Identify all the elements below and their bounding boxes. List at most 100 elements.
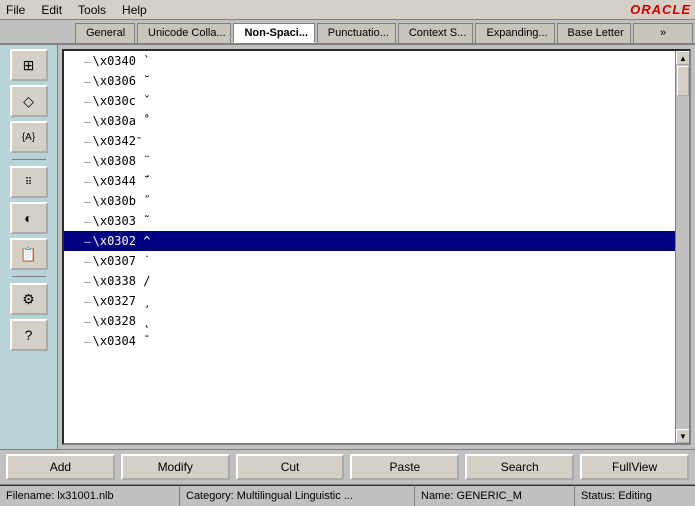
list-item[interactable]: —\x030b ˝ [64,191,675,211]
tab-expanding[interactable]: Expanding... [475,23,554,43]
list-item-code: \x0308 ¨ [93,154,151,168]
circle-icon: ◐ [24,210,32,226]
list-item-code: \x0328 ˛ [93,314,151,328]
list-item-prefix: — [84,135,91,148]
list-item-prefix: — [84,175,91,188]
list-item-code: \x0306 ˘ [93,74,151,88]
status-filename: Filename: lx31001.nlb [0,485,180,506]
list-item-prefix: — [84,315,91,328]
tab-base-letter[interactable]: Base Letter [557,23,632,43]
cut-button[interactable]: Cut [236,454,345,480]
list-item-code: \x0302 ^ [93,234,151,248]
tab-unicode-colla[interactable]: Unicode Colla... [137,23,231,43]
sidebar-btn-settings[interactable]: ⚙ [10,283,48,315]
main-area: ⊞ ◇ {A} ⠿ ◐ 📋 ⚙ ? —\x0340 `—\x0306 ˘—\x0… [0,45,695,449]
list-item-prefix: — [84,55,91,68]
search-button[interactable]: Search [465,454,574,480]
list-item[interactable]: —\x0302 ^ [64,231,675,251]
sidebar-btn-grid[interactable]: ⊞ [10,49,48,81]
list-item-prefix: — [84,275,91,288]
sidebar-divider-2 [12,276,46,277]
list-item-prefix: — [84,255,91,268]
list-item-code: \x030b ˝ [93,194,151,208]
diamond-icon: ◇ [23,93,34,110]
list-item[interactable]: —\x030c ˇ [64,91,675,111]
list-item-prefix: — [84,115,91,128]
tabs-row: General Unicode Colla... Non-Spaci... Pu… [0,20,695,45]
tab-general[interactable]: General [75,23,135,43]
menu-help[interactable]: Help [120,3,149,17]
scroll-thumb[interactable] [677,66,689,96]
list-item-code: \x0342 ͂ [93,134,139,149]
menu-items: File Edit Tools Help [4,3,149,17]
list-item[interactable]: —\x0342 ͂ [64,131,675,151]
paste-button[interactable]: Paste [350,454,459,480]
list-item-prefix: — [84,215,91,228]
list-item-code: \x0340 ` [93,54,151,68]
sidebar-btn-format[interactable]: {A} [10,121,48,153]
fullview-button[interactable]: FullView [580,454,689,480]
list-item[interactable]: —\x0338 / [64,271,675,291]
list-item-code: \x0307 ˙ [93,254,151,268]
list-item-prefix: — [84,235,91,248]
sidebar-btn-help[interactable]: ? [10,319,48,351]
format-icon: {A} [22,132,35,143]
settings-icon: ⚙ [22,291,35,308]
list-item-code: \x0304 ¯ [93,334,151,348]
list-item-prefix: — [84,75,91,88]
list-container[interactable]: —\x0340 `—\x0306 ˘—\x030c ˇ—\x030a ˚—\x0… [64,51,675,443]
menu-edit[interactable]: Edit [39,3,64,17]
sidebar-btn-diamond[interactable]: ◇ [10,85,48,117]
list-item[interactable]: —\x030a ˚ [64,111,675,131]
scroll-down-btn[interactable]: ▼ [676,429,690,443]
menu-tools[interactable]: Tools [76,3,108,17]
list-item[interactable]: —\x0327 ¸ [64,291,675,311]
status-name: Name: GENERIC_M [415,485,575,506]
list-item[interactable]: —\x0328 ˛ [64,311,675,331]
sidebar-btn-circle[interactable]: ◐ [10,202,48,234]
tab-more[interactable]: » [633,23,693,43]
oracle-logo: ORACLE [630,2,691,17]
scroll-up-btn[interactable]: ▲ [676,51,690,65]
list-item-code: \x030a ˚ [93,114,151,128]
clipboard-icon: 📋 [20,246,37,263]
list-item[interactable]: —\x0304 ¯ [64,331,675,351]
dots-icon: ⠿ [25,177,32,188]
sidebar-divider-1 [12,159,46,160]
list-item[interactable]: —\x0308 ¨ [64,151,675,171]
sidebar-btn-clipboard[interactable]: 📋 [10,238,48,270]
status-editing: Status: Editing [575,485,695,506]
list-item[interactable]: —\x0340 ` [64,51,675,71]
list-item-code: \x0303 ˜ [93,214,151,228]
sidebar-btn-dots[interactable]: ⠿ [10,166,48,198]
list-item[interactable]: —\x0303 ˜ [64,211,675,231]
list-item-prefix: — [84,295,91,308]
list-item[interactable]: —\x0307 ˙ [64,251,675,271]
scroll-track[interactable] [676,65,689,429]
menu-file[interactable]: File [4,3,27,17]
status-bar: Filename: lx31001.nlb Category: Multilin… [0,484,695,506]
list-item-prefix: — [84,335,91,348]
tab-context[interactable]: Context S... [398,23,474,43]
list-item-code: \x0327 ¸ [93,294,151,308]
help-icon: ? [25,327,33,343]
button-bar: Add Modify Cut Paste Search FullView [0,449,695,484]
list-item[interactable]: —\x0344 ̈́ [64,171,675,191]
grid-icon: ⊞ [23,57,35,74]
list-item-code: \x030c ˇ [93,94,151,108]
sidebar: ⊞ ◇ {A} ⠿ ◐ 📋 ⚙ ? [0,45,58,449]
modify-button[interactable]: Modify [121,454,230,480]
menu-bar: File Edit Tools Help ORACLE [0,0,695,20]
status-category: Category: Multilingual Linguistic ... [180,485,415,506]
list-item-code: \x0344 ̈́ [93,174,144,188]
tab-punctuation[interactable]: Punctuatio... [317,23,396,43]
list-item-prefix: — [84,95,91,108]
list-item-prefix: — [84,195,91,208]
list-item[interactable]: —\x0306 ˘ [64,71,675,91]
tab-non-spacing[interactable]: Non-Spaci... [233,23,314,43]
content-panel: —\x0340 `—\x0306 ˘—\x030c ˇ—\x030a ˚—\x0… [62,49,691,445]
add-button[interactable]: Add [6,454,115,480]
list-item-prefix: — [84,155,91,168]
scrollbar[interactable]: ▲ ▼ [675,51,689,443]
list-item-code: \x0338 / [93,274,151,288]
